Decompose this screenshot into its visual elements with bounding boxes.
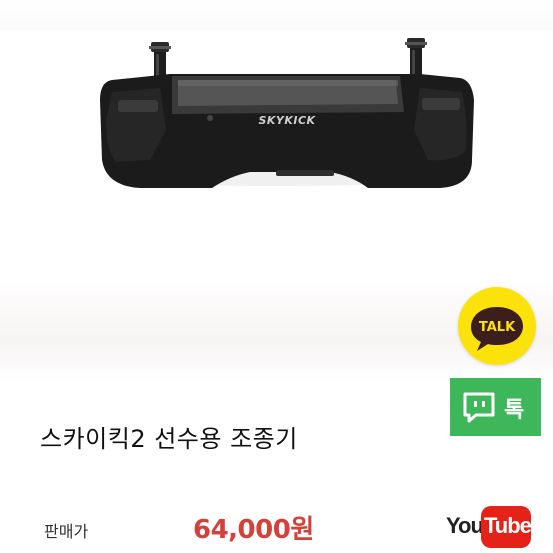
youtube-you-text: You xyxy=(446,513,484,538)
talk-label: TALK xyxy=(479,320,516,335)
kakao-talk-button[interactable]: TALK xyxy=(458,287,536,365)
youtube-button[interactable]: You Tube xyxy=(444,503,534,549)
price-label: 판매가 xyxy=(44,522,89,541)
youtube-tube-text: Tube xyxy=(484,513,532,538)
right-stick xyxy=(405,38,427,78)
speech-bubble-icon: TALK xyxy=(471,307,523,351)
price-value: 64,000원 xyxy=(193,515,314,545)
chat-icon xyxy=(463,392,495,423)
brand-logo: SKYKICK xyxy=(258,114,316,127)
naver-talk-button[interactable]: 톡 xyxy=(450,378,541,436)
tok-label: 톡 xyxy=(504,398,525,423)
product-title: 스카이킥2 선수용 조종기 xyxy=(40,425,298,453)
